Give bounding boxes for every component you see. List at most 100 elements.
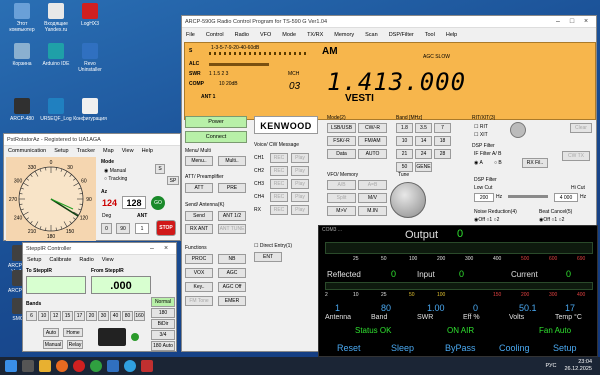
band-button[interactable]: 160 (134, 311, 145, 321)
ant-tune-button[interactable]: ANT TUNE (218, 224, 246, 234)
amp-button[interactable]: ByPass (445, 343, 476, 353)
band-button[interactable]: 15 (62, 311, 73, 321)
mode-button[interactable]: FSK/-R (327, 136, 356, 146)
if-b-radio[interactable]: ○ B (494, 160, 502, 166)
ent-button[interactable]: ENT (254, 252, 282, 262)
band-button[interactable]: 14 (415, 136, 432, 146)
desktop-icon[interactable]: Revo Uninstaller (72, 43, 108, 73)
rec-button[interactable]: REC (270, 179, 288, 189)
mode-button[interactable]: CW/-R (358, 123, 387, 133)
to-steppir-field[interactable] (26, 276, 86, 294)
mail-icon[interactable] (107, 360, 119, 372)
home-button[interactable]: Home (63, 328, 83, 337)
connect-button[interactable]: Connect (185, 131, 247, 143)
steppir-mode-button[interactable]: Normal (151, 297, 175, 307)
vfo-button[interactable]: M.IN (358, 206, 387, 216)
menu-item[interactable]: Setup (54, 148, 68, 154)
desktop-icon[interactable]: Корзина (4, 43, 40, 67)
maximize-icon[interactable]: □ (565, 18, 579, 25)
key-button[interactable]: Key.. (185, 282, 213, 292)
vfo-button[interactable]: Split (327, 193, 356, 203)
play-button[interactable]: Play (291, 166, 309, 176)
minimize-icon[interactable]: – (145, 245, 159, 252)
menu-item[interactable]: Mode (282, 32, 296, 38)
desktop-icon[interactable]: Этот компьютер (4, 3, 40, 33)
steppir-mode-button[interactable]: BiDir (151, 319, 175, 329)
desktop-icon[interactable]: ARCP-480 (4, 98, 40, 122)
play-button[interactable]: Play (291, 192, 309, 202)
relay-button[interactable]: Relay (67, 340, 83, 349)
band-button[interactable]: 7 (434, 123, 451, 133)
band-button[interactable]: 18 (434, 136, 451, 146)
play-button[interactable]: Play (291, 205, 309, 215)
mode-button[interactable]: AUTO (358, 149, 387, 159)
play-button[interactable]: Play (291, 179, 309, 189)
band-button[interactable]: 40 (110, 311, 121, 321)
rec-button[interactable]: REC (270, 192, 288, 202)
nb-button[interactable]: NB (218, 254, 246, 264)
rotator-sp-button[interactable]: SP (167, 176, 179, 185)
menu-item[interactable]: VFO (260, 32, 271, 38)
clear-button[interactable]: Clear (570, 123, 592, 133)
rec-button[interactable]: REC (270, 166, 288, 176)
deg-0-button[interactable]: 0 (101, 223, 112, 234)
filter-slider[interactable] (508, 195, 548, 198)
start-icon[interactable] (5, 360, 17, 372)
beat-radios[interactable]: ◉Off ○1 ○2 (539, 217, 564, 223)
menu-item[interactable]: Scan (365, 32, 378, 38)
chrome-icon[interactable] (90, 360, 102, 372)
menu-button[interactable]: Menu.. (185, 156, 213, 166)
menu-item[interactable]: Setup (27, 257, 41, 263)
ant12-button[interactable]: ANT 1/2 (218, 211, 246, 221)
proc-button[interactable]: PROC (185, 254, 213, 264)
menu-item[interactable]: Calibrate (49, 257, 71, 263)
vox-button[interactable]: VOX (185, 268, 213, 278)
agc-button[interactable]: AGC (218, 268, 246, 278)
manual-button[interactable]: Manual (43, 340, 63, 349)
direct-entry-check[interactable]: ☐ Direct Entry(1) (254, 243, 292, 249)
go-button[interactable]: GO (151, 196, 165, 210)
menu-item[interactable]: Help (142, 148, 153, 154)
menu-item[interactable]: Map (103, 148, 114, 154)
send-button[interactable]: Send (185, 211, 213, 221)
close-icon[interactable]: × (159, 245, 173, 252)
band-button[interactable]: 6 (26, 311, 37, 321)
cw-tx-button[interactable]: CW TX (562, 151, 590, 161)
emer-button[interactable]: EMER (218, 296, 246, 306)
app-icon[interactable] (141, 360, 153, 372)
hi-cut-field[interactable]: 4 000 (554, 193, 578, 202)
band-button[interactable]: 1.8 (396, 123, 413, 133)
fm-tone-button[interactable]: FM Tone (185, 296, 213, 306)
mode-button[interactable]: FM/AM (358, 136, 387, 146)
band-button[interactable]: 24 (415, 149, 432, 159)
vfo-button[interactable]: A/B (327, 180, 356, 190)
desktop-icon[interactable]: UR5EQF_Log (38, 98, 74, 122)
agc-off-button[interactable]: AGC Off (218, 282, 246, 292)
desktop-icon[interactable]: Arduino IDE (38, 43, 74, 67)
menu-item[interactable]: Tool (425, 32, 435, 38)
menu-item[interactable]: View (102, 257, 114, 263)
menu-item[interactable]: Tracker (77, 148, 95, 154)
tray-lang[interactable]: РУС (545, 363, 556, 369)
menu-item[interactable]: View (122, 148, 134, 154)
compass-dial[interactable]: 0 30 60 90 120 150 180 210 240 270 300 330 (6, 157, 96, 241)
menu-item[interactable]: Control (206, 32, 224, 38)
band-button[interactable]: 50 (396, 162, 413, 172)
menu-item[interactable]: Memory (334, 32, 354, 38)
firefox-icon[interactable] (56, 360, 68, 372)
band-button[interactable]: 10 (396, 136, 413, 146)
auto-button[interactable]: Auto (43, 328, 59, 337)
band-button[interactable]: 20 (86, 311, 97, 321)
rotator-s-button[interactable]: S (155, 164, 165, 174)
menu-item[interactable]: Communication (8, 148, 46, 154)
stop-button[interactable]: STOP (156, 220, 176, 236)
yandex-icon[interactable] (73, 360, 85, 372)
band-button[interactable]: 3.5 (415, 123, 432, 133)
amp-button[interactable]: Reset (337, 343, 361, 353)
search-icon[interactable] (22, 360, 34, 372)
tune-knob[interactable] (390, 182, 426, 218)
vfo-button[interactable]: A=B (358, 180, 387, 190)
rx-ant-button[interactable]: RX ANT (185, 224, 213, 234)
band-button[interactable]: 21 (396, 149, 413, 159)
telegram-icon[interactable] (124, 360, 136, 372)
